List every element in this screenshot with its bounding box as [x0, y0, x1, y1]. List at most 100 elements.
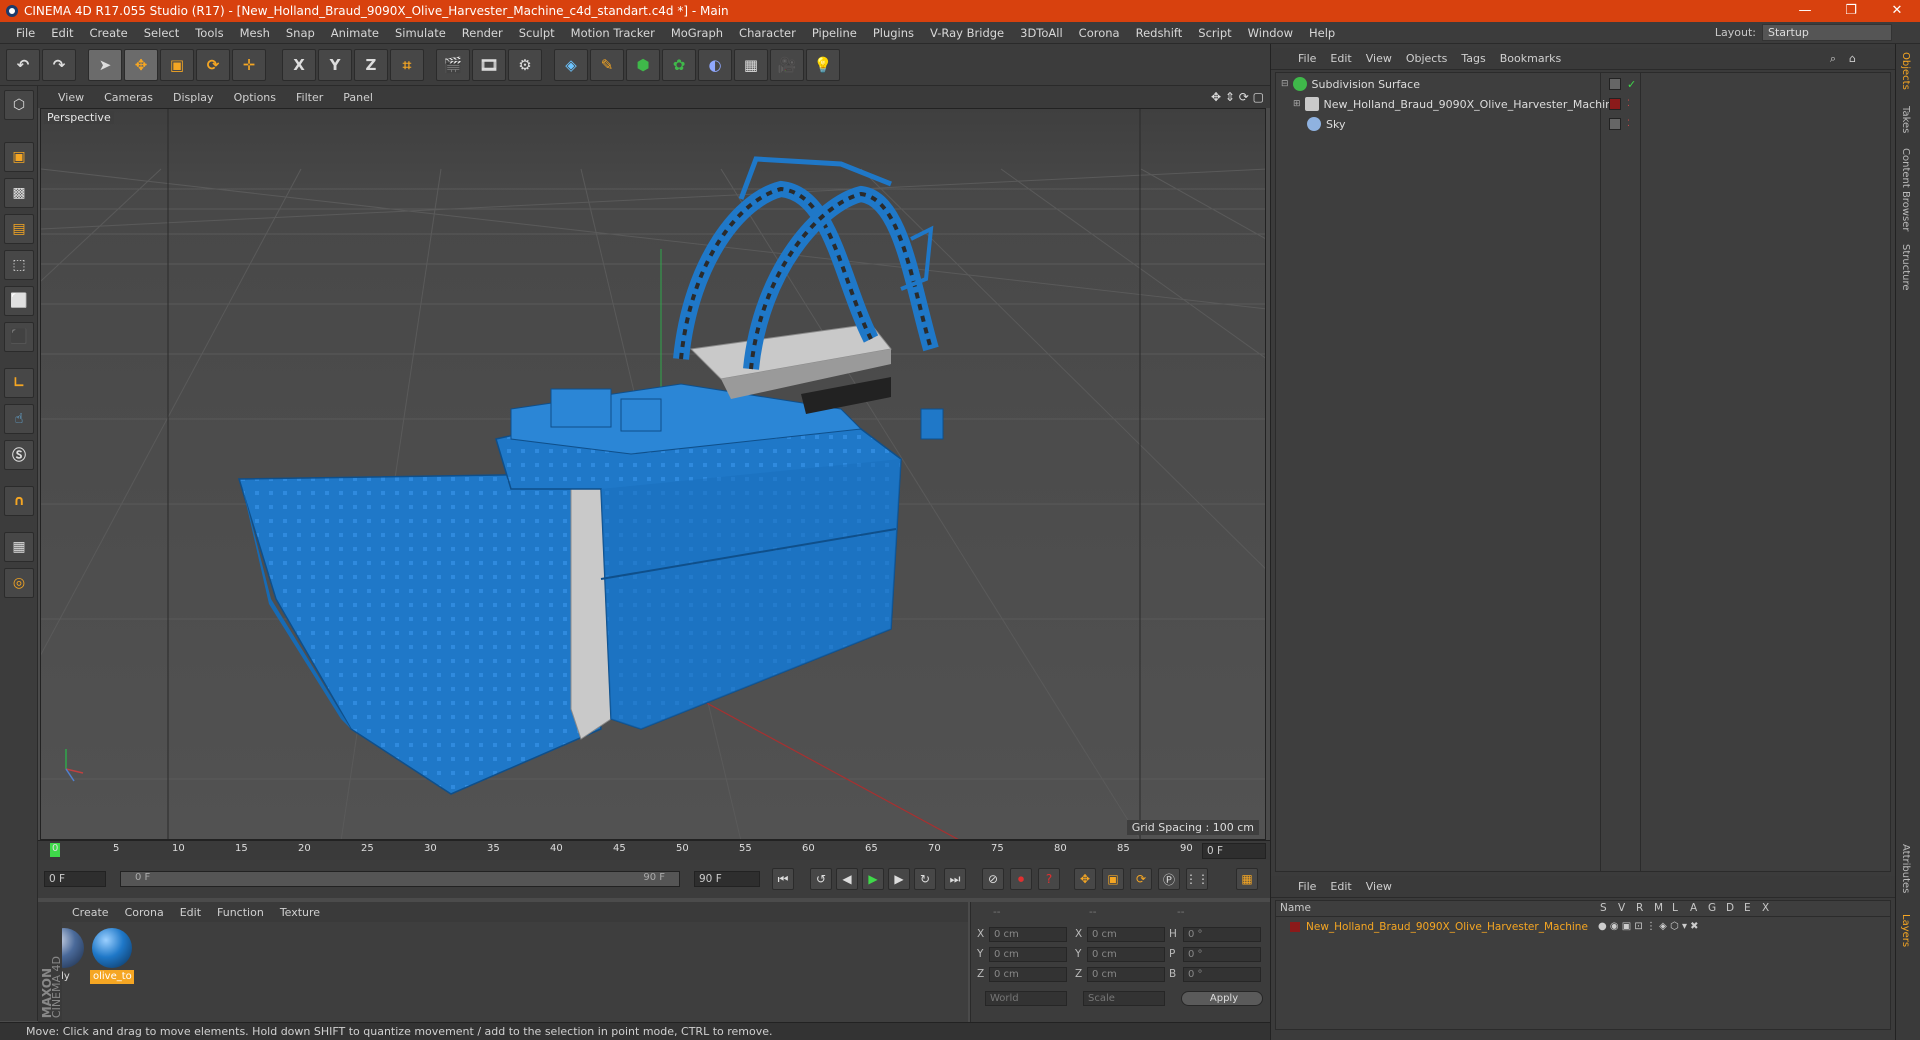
menu-snap[interactable]: Snap	[278, 26, 323, 40]
subdivision-generator-icon[interactable]: ⬢	[626, 49, 660, 81]
menu-character[interactable]: Character	[731, 26, 804, 40]
tweak-mode-icon[interactable]: ☝	[4, 404, 34, 434]
layer-toggle-icons[interactable]: ● ◉ ▣ ⊡ ⋮ ◈ ⬡ ▾ ✖	[1598, 921, 1699, 932]
layer-col-deformers[interactable]: D	[1726, 902, 1734, 914]
layer-color-icon[interactable]	[1609, 98, 1621, 110]
next-frame-icon[interactable]: ▶	[888, 868, 910, 890]
timeline-window-icon[interactable]: ▦	[1236, 868, 1258, 890]
layer-tag-icon[interactable]	[1609, 118, 1621, 130]
start-frame-field[interactable]: 0 F	[44, 871, 106, 887]
prev-key-icon[interactable]: ↺	[810, 868, 832, 890]
next-key-icon[interactable]: ↻	[914, 868, 936, 890]
coordinate-mode-dropdown[interactable]: World	[985, 991, 1067, 1006]
tab-content-browser[interactable]: Content Browser	[1900, 148, 1911, 231]
home-icon[interactable]: ⌂	[1849, 52, 1856, 65]
visibility-dots-icon[interactable]: ⁚	[1627, 119, 1630, 129]
layer-color-swatch[interactable]	[1290, 922, 1300, 932]
polygons-mode-icon[interactable]: ⬛	[4, 322, 34, 352]
tab-structure[interactable]: Structure	[1900, 244, 1911, 291]
cube-primitive-icon[interactable]: ◈	[554, 49, 588, 81]
objects-menu-file[interactable]: File	[1291, 52, 1323, 65]
axis-z-toggle[interactable]: Z	[354, 49, 388, 81]
rotation-h-field[interactable]: 0 °	[1183, 927, 1261, 942]
layer-col-manager[interactable]: M	[1654, 902, 1663, 914]
tab-layers[interactable]: Layers	[1900, 914, 1911, 947]
menu-sculpt[interactable]: Sculpt	[511, 26, 563, 40]
rotation-p-field[interactable]: 0 °	[1183, 947, 1261, 962]
render-view-icon[interactable]: 🎬	[436, 49, 470, 81]
visibility-dots-icon[interactable]: ⁚	[1627, 99, 1630, 109]
menu-edit[interactable]: Edit	[43, 26, 81, 40]
layers-menu-view[interactable]: View	[1359, 880, 1399, 893]
menu-window[interactable]: Window	[1240, 26, 1301, 40]
camera-label[interactable]: Perspective	[44, 111, 114, 124]
render-settings-icon[interactable]: ⚙	[508, 49, 542, 81]
viewport-menu-cameras[interactable]: Cameras	[94, 91, 163, 104]
menu-redshift[interactable]: Redshift	[1128, 26, 1191, 40]
menu-3dtoall[interactable]: 3DToAll	[1012, 26, 1071, 40]
material-menu-edit[interactable]: Edit	[172, 906, 209, 919]
material-menu-create[interactable]: Create	[64, 906, 117, 919]
play-icon[interactable]: ▶	[862, 868, 884, 890]
key-parameter-icon[interactable]: Ⓟ	[1158, 868, 1180, 890]
layer-col-expressions[interactable]: E	[1744, 902, 1751, 914]
objects-menu-view[interactable]: View	[1359, 52, 1399, 65]
pen-spline-icon[interactable]: ✎	[590, 49, 624, 81]
object-row-harvester[interactable]: ⊞ New_Holland_Braud_9090X_Olive_Harveste…	[1293, 94, 1913, 114]
menu-select[interactable]: Select	[136, 26, 187, 40]
menu-script[interactable]: Script	[1190, 26, 1239, 40]
expand-icon[interactable]: ⊞	[1293, 99, 1301, 109]
layers-menu-edit[interactable]: Edit	[1323, 880, 1358, 893]
search-icon[interactable]: ⌕	[1830, 52, 1836, 66]
timeline-ruler[interactable]: 0 5 10 15 20 25 30 35 40 45 50 55 60 65 …	[38, 840, 1270, 860]
layer-col-animation[interactable]: A	[1690, 902, 1697, 914]
floor-scene-icon[interactable]: ▦	[734, 49, 768, 81]
menu-create[interactable]: Create	[82, 26, 136, 40]
axis-x-toggle[interactable]: X	[282, 49, 316, 81]
menu-corona[interactable]: Corona	[1071, 26, 1128, 40]
move-tool-icon[interactable]: ✥	[124, 49, 158, 81]
menu-render[interactable]: Render	[454, 26, 511, 40]
menu-mograph[interactable]: MoGraph	[663, 26, 731, 40]
points-mode-icon[interactable]: ⬚	[4, 250, 34, 280]
light-icon[interactable]: 💡	[806, 49, 840, 81]
layer-tag-icon[interactable]	[1609, 78, 1621, 90]
objects-menu-bookmarks[interactable]: Bookmarks	[1493, 52, 1568, 65]
layer-col-render[interactable]: R	[1636, 902, 1643, 914]
position-x-field[interactable]: 0 cm	[989, 927, 1067, 942]
close-button[interactable]: ✕	[1874, 0, 1920, 22]
workplane-mode-icon[interactable]: ▤	[4, 214, 34, 244]
material-olive-to[interactable]: olive_to	[90, 926, 134, 984]
layer-col-xref[interactable]: X	[1762, 902, 1769, 914]
material-menu-function[interactable]: Function	[209, 906, 272, 919]
make-editable-icon[interactable]: ⬡	[4, 90, 34, 120]
enabled-check-icon[interactable]: ✓	[1627, 78, 1636, 91]
layer-col-view[interactable]: V	[1618, 902, 1625, 914]
goto-start-icon[interactable]: ⏮	[772, 868, 794, 890]
objects-menu-edit[interactable]: Edit	[1323, 52, 1358, 65]
rotation-b-field[interactable]: 0 °	[1183, 967, 1261, 982]
restore-button[interactable]: ❐	[1828, 0, 1874, 22]
camera-icon[interactable]: 🎥	[770, 49, 804, 81]
end-frame-field[interactable]: 90 F	[694, 871, 760, 887]
layers-menu-file[interactable]: File	[1291, 880, 1323, 893]
key-position-icon[interactable]: ✥	[1074, 868, 1096, 890]
live-selection-icon[interactable]: ✛	[232, 49, 266, 81]
menu-pipeline[interactable]: Pipeline	[804, 26, 865, 40]
prev-frame-icon[interactable]: ◀	[836, 868, 858, 890]
key-pla-icon[interactable]: ⋮⋮	[1185, 868, 1209, 890]
size-y-field[interactable]: 0 cm	[1087, 947, 1165, 962]
menu-help[interactable]: Help	[1301, 26, 1343, 40]
collapse-icon[interactable]: ⊟	[1281, 79, 1289, 89]
redo-icon[interactable]: ↷	[42, 49, 76, 81]
edges-mode-icon[interactable]: ⬜	[4, 286, 34, 316]
layer-col-locked[interactable]: L	[1672, 902, 1678, 914]
objects-menu-tags[interactable]: Tags	[1454, 52, 1492, 65]
record-icon[interactable]: ⏺	[1010, 868, 1032, 890]
menu-file[interactable]: File	[8, 26, 43, 40]
viewport-menu-display[interactable]: Display	[163, 91, 224, 104]
autokey-icon[interactable]: ⊘	[982, 868, 1004, 890]
tab-takes[interactable]: Takes	[1900, 106, 1911, 133]
object-row-subdivision[interactable]: ⊟ Subdivision Surface ✓	[1281, 74, 1901, 94]
layer-col-name[interactable]: Name	[1280, 902, 1311, 914]
